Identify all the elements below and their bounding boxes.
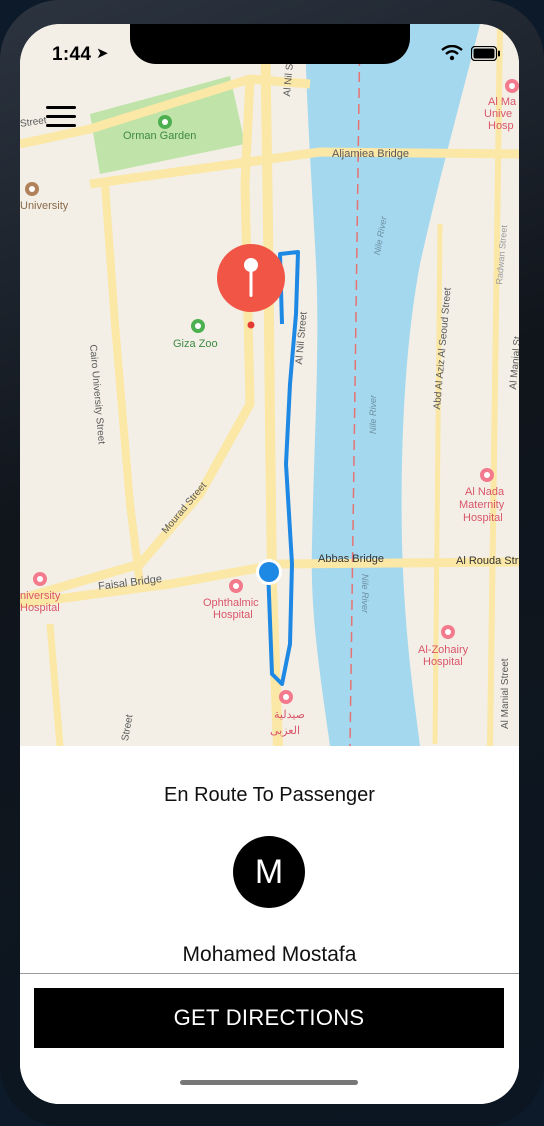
hospital-icon [480,468,494,482]
map-label-al-zohairy-hospital: Hospital [423,656,463,668]
zoo-icon [191,319,205,333]
map-label-nile-river: Nile River [360,574,370,614]
passenger-name: Mohamed Mostafa [182,943,357,966]
map-label-pharmacy: العزبى [270,725,301,737]
map-label-university-hospital: niversity [20,590,61,602]
map-label-university-hospital: Hospital [20,602,60,614]
get-directions-button[interactable]: GET DIRECTIONS [34,988,504,1048]
hospital-icon [505,79,519,93]
map-label-orman-garden: Orman Garden [123,130,197,142]
current-location-icon [256,559,282,585]
trip-status-text: En Route To Passenger [164,784,375,806]
trip-panel: En Route To Passenger M Mohamed Mostafa … [20,746,519,1104]
map-label-giza-zoo: Giza Zoo [173,338,218,350]
map-view[interactable]: Street Orman Garden University Al Nil St… [20,24,519,746]
map-label-al-manial-street: Al Manial Street [500,658,511,729]
map-label-al-rouda: Al Rouda Str [456,555,519,567]
map-label-university: University [20,200,69,212]
menu-icon[interactable] [46,106,76,130]
menu-line [46,115,76,118]
map-label-al-nada: Maternity [459,499,505,511]
map-label-abbas-bridge: Abbas Bridge [318,553,385,565]
hospital-icon [33,572,47,586]
map-label-al-zohairy-hospital: Al-Zohairy [418,644,469,656]
divider [20,973,519,974]
map-label-nile-river: Nile River [368,394,378,434]
avatar: M [233,836,305,908]
map-label-al-nada: Al Nada [465,486,505,498]
map-label-ophthalmic-hospital: Hospital [213,609,253,621]
app-screen: Street Orman Garden University Al Nil St… [20,24,519,1104]
menu-line [46,106,76,109]
phone-frame: Street Orman Garden University Al Nil St… [0,0,544,1126]
map-label-pharmacy: صيدلية [274,709,306,721]
device-notch [130,24,410,64]
cairo-university-street [101,183,144,585]
university-icon [25,182,39,196]
map-label-aljamiea-bridge: Aljamiea Bridge [332,148,410,160]
map-label-al-nada: Hospital [463,512,503,524]
road-sw [46,623,64,746]
location-arrow-icon: ➤ [96,45,109,62]
wifi-icon [441,45,463,61]
map-label-ophthalmic-hospital: Ophthalmic [203,597,259,609]
menu-line [46,124,76,127]
park-icon [158,115,172,129]
map-label-hospital: Unive [484,108,513,120]
map-label-hospital: Hosp [488,120,514,132]
home-indicator[interactable] [180,1080,358,1085]
al-manial-street [487,24,503,746]
map-label-hospital: Al Ma [488,96,517,108]
pharmacy-icon [279,690,293,704]
hospital-icon [441,625,455,639]
status-time: 1:44 [52,44,92,65]
status-icons [441,42,501,64]
nile-river [305,24,480,746]
battery-icon [471,45,500,61]
hospital-icon [229,579,243,593]
